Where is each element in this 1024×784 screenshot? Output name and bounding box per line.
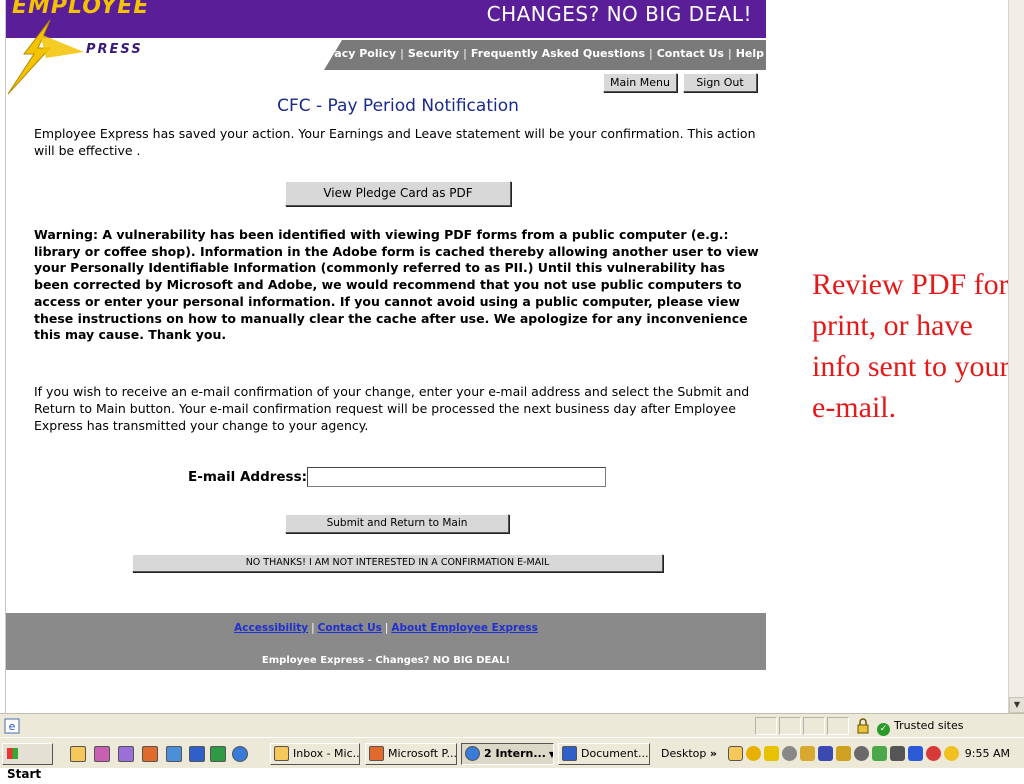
footer-link-about[interactable]: About Employee Express <box>391 622 537 634</box>
system-tray: 9:55 AM <box>724 742 1022 766</box>
taskbar-item-internet-explorer[interactable]: 2 Intern...▼ <box>461 743 554 765</box>
nav-separator: | <box>463 47 467 60</box>
submit-and-return-button[interactable]: Submit and Return to Main <box>285 514 509 533</box>
footer-link-contact-us[interactable]: Contact Us <box>318 622 382 634</box>
windows-taskbar: Start Inbox - Mic... Microsoft P... 2 In… <box>0 737 1024 781</box>
saved-confirmation-text: Employee Express has saved your action. … <box>34 126 756 158</box>
nav-separator: | <box>649 47 653 60</box>
svg-text:e: e <box>9 720 16 733</box>
tray-shield-icon[interactable] <box>818 746 833 761</box>
checkmark-icon: ✓ <box>877 723 890 736</box>
word-quicklaunch-icon[interactable] <box>189 746 205 762</box>
tray-antivirus-icon[interactable] <box>872 746 887 761</box>
logo-word-press: PRESS <box>86 42 143 57</box>
powerpoint-quicklaunch-icon[interactable] <box>142 746 158 762</box>
windows-logo-icon <box>7 748 18 759</box>
status-pane <box>827 717 849 735</box>
desktop-toolbar-label: Desktop <box>661 747 707 760</box>
footer-separator: | <box>311 622 315 634</box>
top-nav-links: Privacy Policy | Security | Frequently Asked… <box>324 47 764 60</box>
taskbar-item-powerpoint[interactable]: Microsoft P... <box>365 743 457 765</box>
tray-tool-icon[interactable] <box>800 746 815 761</box>
nav-faq[interactable]: Frequently Asked Questions <box>471 47 645 60</box>
tray-key-icon[interactable] <box>764 746 779 761</box>
start-button[interactable]: Start <box>2 743 53 781</box>
desktop-toolbar[interactable]: Desktop » <box>661 747 717 760</box>
nav-help[interactable]: Help <box>736 47 764 60</box>
email-confirmation-instructions: If you wish to receive an e-mail confirm… <box>34 384 750 433</box>
paint-quicklaunch-icon[interactable] <box>94 746 110 762</box>
page-footer: Accessibility | Contact Us | About Employee … <box>6 613 766 670</box>
vertical-scrollbar[interactable]: ▼ <box>1008 0 1024 713</box>
powerpoint-icon <box>369 746 384 761</box>
tray-clock-icon[interactable] <box>728 746 743 761</box>
app-quicklaunch-icon[interactable] <box>118 746 134 762</box>
web-page: CHANGES? NO BIG DEAL! Privacy Policy | Sec… <box>6 0 766 713</box>
scroll-down-arrow-icon[interactable]: ▼ <box>1009 697 1024 713</box>
nav-contact-us[interactable]: Contact Us <box>657 47 724 60</box>
toolbar-chevron-icon[interactable]: » <box>710 747 717 760</box>
email-label: E-mail Address: <box>188 469 308 485</box>
taskbar-item-inbox[interactable]: Inbox - Mic... <box>270 743 360 765</box>
word-icon <box>562 746 577 761</box>
status-pane <box>755 717 777 735</box>
footer-links: Accessibility | Contact Us | About Employee … <box>6 622 766 634</box>
tray-monitor-icon[interactable] <box>908 746 923 761</box>
taskbar-item-label: Document... <box>581 747 649 760</box>
main-menu-button[interactable]: Main Menu <box>603 73 677 92</box>
security-zone-indicator[interactable]: ✓ Trusted sites <box>877 717 987 736</box>
tray-display-icon[interactable] <box>890 746 905 761</box>
nav-separator: | <box>727 47 732 60</box>
start-label: Start <box>7 767 42 781</box>
view-pledge-card-pdf-button[interactable]: View Pledge Card as PDF <box>285 181 511 206</box>
email-address-input[interactable] <box>307 467 606 487</box>
tray-sun-icon[interactable] <box>944 746 959 761</box>
no-thanks-button[interactable]: NO THANKS! I AM NOT INTERESTED IN A CONF… <box>132 554 663 572</box>
excel-quicklaunch-icon[interactable] <box>210 746 226 762</box>
tray-app-icon[interactable] <box>746 746 761 761</box>
internet-explorer-icon <box>465 746 480 761</box>
header-slogan: CHANGES? NO BIG DEAL! <box>486 2 752 26</box>
lock-icon <box>857 718 869 734</box>
status-pane <box>803 717 825 735</box>
footer-tagline: Employee Express - Changes? NO BIG DEAL! <box>261 655 511 666</box>
page-status-icon: e <box>4 718 20 734</box>
browser-quicklaunch-icon[interactable] <box>232 746 248 762</box>
status-pane <box>779 717 801 735</box>
taskbar-item-label: Microsoft P... <box>388 747 457 760</box>
taskbar-item-label: 2 Intern... <box>484 747 546 760</box>
tray-key2-icon[interactable] <box>836 746 851 761</box>
tray-network-icon[interactable] <box>782 746 797 761</box>
footer-link-accessibility[interactable]: Accessibility <box>234 622 308 634</box>
dropdown-arrow-icon: ▼ <box>549 750 553 759</box>
browser-status-bar: e ✓ Trusted sites <box>0 713 1024 737</box>
page-title: CFC - Pay Period Notification <box>277 96 519 116</box>
outlook-quicklaunch-icon[interactable] <box>70 746 86 762</box>
tray-alert-icon[interactable] <box>926 746 941 761</box>
sign-out-button[interactable]: Sign Out <box>683 73 757 92</box>
publisher-quicklaunch-icon[interactable] <box>166 746 182 762</box>
taskbar-item-document[interactable]: Document... <box>558 743 650 765</box>
top-nav-bar: Privacy Policy | Security | Frequently Asked… <box>324 40 766 70</box>
browser-viewport: CHANGES? NO BIG DEAL! Privacy Policy | Sec… <box>0 0 1024 713</box>
logo-lightning-icon <box>7 19 84 95</box>
pdf-security-warning: Warning: A vulnerability has been identi… <box>34 227 759 343</box>
outlook-icon <box>274 746 289 761</box>
nav-separator: | <box>400 47 404 60</box>
employee-express-logo[interactable]: EMPLOYEE PRESS <box>6 0 166 96</box>
tray-search-icon[interactable] <box>854 746 869 761</box>
taskbar-item-label: Inbox - Mic... <box>293 747 360 760</box>
footer-separator: | <box>384 622 389 634</box>
nav-security[interactable]: Security <box>408 47 459 60</box>
taskbar-clock[interactable]: 9:55 AM <box>965 747 1010 760</box>
slide-annotation: Review PDF for print, or have info sent … <box>812 268 1010 424</box>
security-zone-label: Trusted sites <box>894 719 964 732</box>
